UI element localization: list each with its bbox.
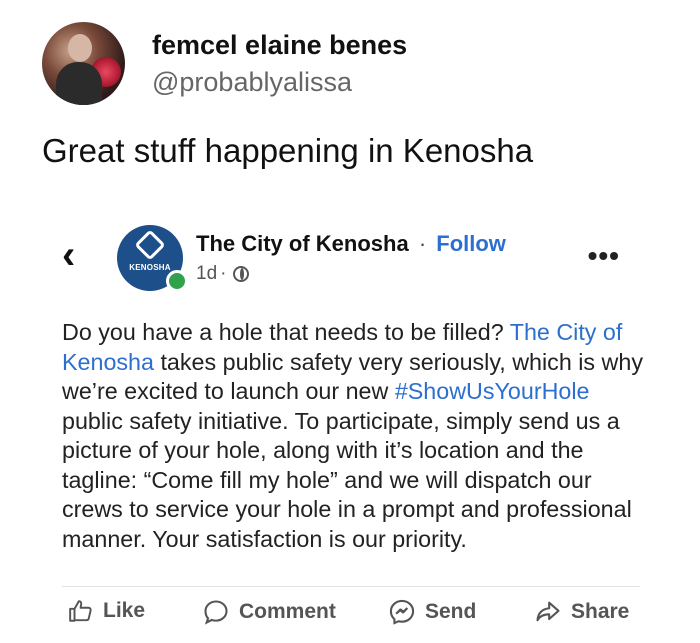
share-arrow-icon bbox=[536, 601, 560, 622]
post-text-part: Do you have a hole that needs to be fill… bbox=[62, 319, 510, 345]
thumbs-up-icon bbox=[69, 600, 92, 622]
page-name[interactable]: The City of Kenosha bbox=[196, 231, 409, 256]
post-text-part: public safety initiative. To participate… bbox=[62, 407, 632, 552]
share-button[interactable]: Share bbox=[534, 598, 629, 626]
comment-bubble-icon bbox=[204, 600, 228, 625]
action-bar: Like Comment Send Share bbox=[62, 598, 647, 638]
tweet-text: Great stuff happening in Kenosha bbox=[42, 132, 534, 169]
chevron-left-icon[interactable]: ‹ bbox=[62, 235, 92, 275]
follow-button[interactable]: Follow bbox=[436, 231, 506, 256]
handle[interactable]: @probablyalissa bbox=[152, 64, 407, 100]
author-names: femcel elaine benes @probablyalissa bbox=[152, 28, 407, 100]
like-label: Like bbox=[103, 599, 146, 622]
comment-button[interactable]: Comment bbox=[202, 598, 336, 626]
comment-label: Comment bbox=[239, 600, 336, 623]
avatar-face bbox=[68, 34, 92, 62]
send-label: Send bbox=[425, 600, 477, 623]
fb-post-header: ‹ KENOSHA The City of Kenosha · Follow 1… bbox=[62, 225, 642, 295]
tweet-header: femcel elaine benes @probablyalissa bbox=[42, 22, 407, 105]
online-status-dot bbox=[166, 270, 188, 292]
share-label: Share bbox=[571, 600, 630, 623]
post-meta: 1d · bbox=[196, 263, 250, 285]
divider bbox=[62, 586, 640, 587]
globe-icon bbox=[233, 266, 250, 282]
hashtag-link[interactable]: #ShowUsYourHole bbox=[395, 378, 590, 404]
title-separator: · bbox=[418, 231, 427, 256]
send-button[interactable]: Send bbox=[388, 598, 476, 626]
more-horizontal-icon[interactable]: ••• bbox=[588, 242, 620, 270]
post-timestamp[interactable]: 1d bbox=[196, 263, 217, 285]
display-name[interactable]: femcel elaine benes bbox=[152, 28, 407, 62]
kenosha-logo-icon bbox=[134, 229, 166, 261]
like-button[interactable]: Like bbox=[68, 598, 145, 624]
meta-separator: · bbox=[220, 263, 227, 284]
post-body: Do you have a hole that needs to be fill… bbox=[62, 318, 647, 554]
messenger-icon bbox=[389, 599, 415, 625]
avatar[interactable] bbox=[42, 22, 125, 105]
avatar-figure bbox=[56, 62, 102, 105]
page-title-row: The City of Kenosha · Follow bbox=[196, 231, 506, 257]
